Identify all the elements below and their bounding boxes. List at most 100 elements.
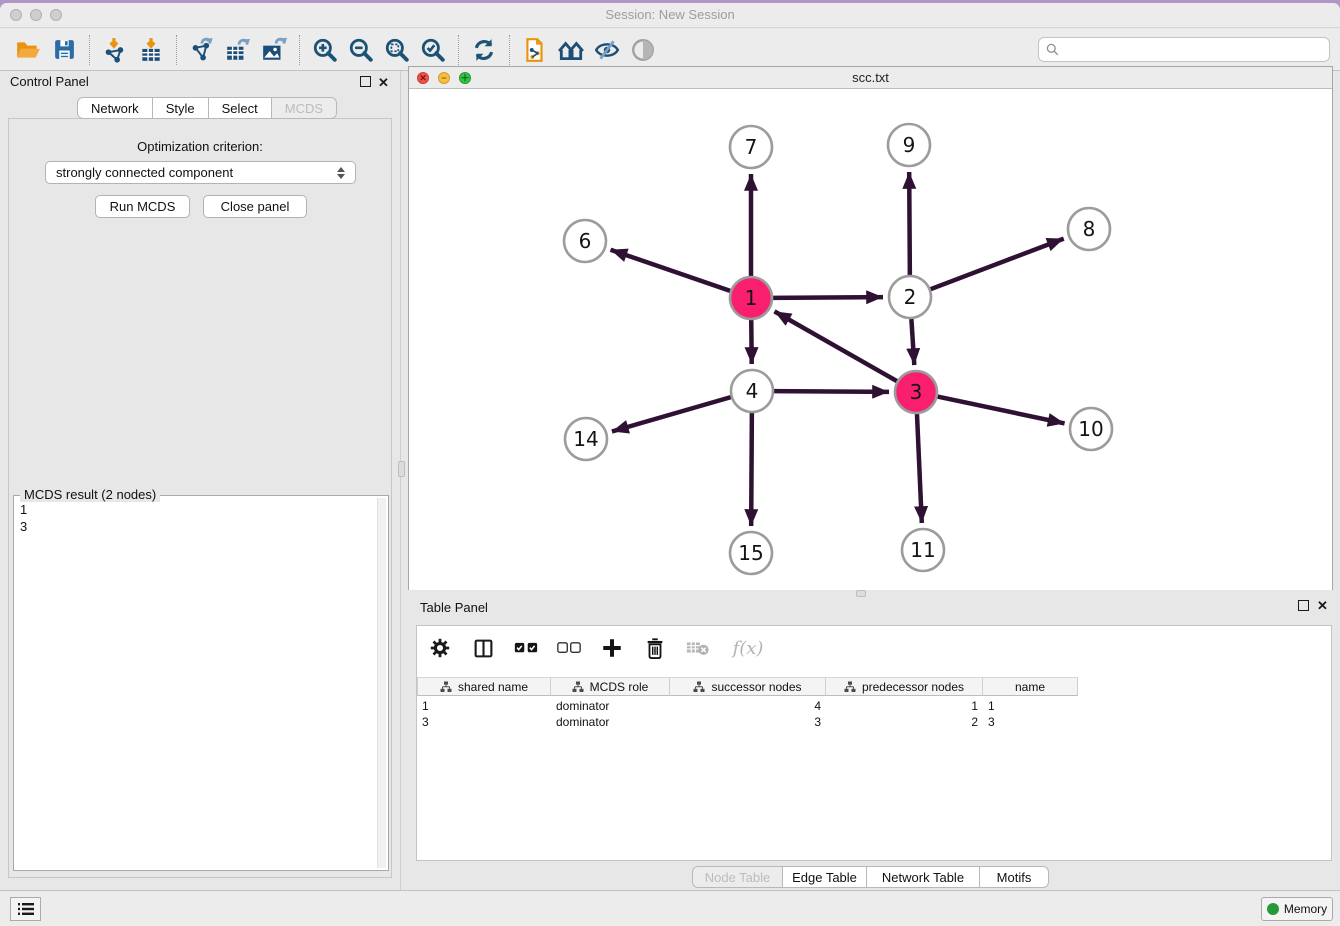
edge-1-6[interactable] bbox=[611, 250, 731, 291]
network-window-titlebar[interactable]: ✕ − ＋ scc.txt bbox=[409, 67, 1332, 89]
table-toolbar: f(x) bbox=[417, 626, 1331, 670]
memory-button[interactable]: Memory bbox=[1261, 897, 1333, 921]
mcds-panel: Optimization criterion: strongly connect… bbox=[8, 118, 392, 878]
zoom-fit-icon bbox=[384, 37, 410, 63]
import-network-icon bbox=[102, 37, 128, 63]
toolbar-separator bbox=[509, 35, 510, 65]
refresh-icon bbox=[471, 37, 497, 63]
network-window-title: scc.txt bbox=[409, 70, 1332, 85]
home-icon bbox=[557, 37, 585, 63]
graph-node-label: 2 bbox=[904, 285, 917, 309]
edge-3-11[interactable] bbox=[917, 414, 922, 523]
optimization-criterion-label: Optimization criterion: bbox=[9, 139, 391, 154]
zoom-selected-button[interactable] bbox=[415, 33, 451, 67]
save-icon bbox=[52, 37, 77, 62]
home-button[interactable] bbox=[553, 33, 589, 67]
export-image-button[interactable] bbox=[256, 33, 292, 67]
edge-3-10[interactable] bbox=[938, 397, 1065, 424]
delete-column-button[interactable] bbox=[642, 635, 668, 661]
zoom-fit-button[interactable] bbox=[379, 33, 415, 67]
float-panel-icon[interactable] bbox=[360, 75, 371, 90]
table-settings-button[interactable] bbox=[427, 635, 453, 661]
import-network-button[interactable] bbox=[97, 33, 133, 67]
create-column-button[interactable] bbox=[599, 635, 625, 661]
search-field[interactable] bbox=[1038, 37, 1330, 62]
save-session-button[interactable] bbox=[46, 33, 82, 67]
tab-edge-table[interactable]: Edge Table bbox=[783, 866, 867, 888]
deselect-all-columns-button[interactable] bbox=[556, 635, 582, 661]
column-header-shared-name[interactable]: shared name bbox=[417, 677, 551, 696]
table-row[interactable]: 1 dominator 4 1 1 bbox=[417, 698, 1078, 714]
tab-motifs[interactable]: Motifs bbox=[980, 866, 1049, 888]
toolbar-separator bbox=[89, 35, 90, 65]
tab-select[interactable]: Select bbox=[209, 97, 272, 119]
tab-network-table[interactable]: Network Table bbox=[867, 866, 980, 888]
refresh-button[interactable] bbox=[466, 33, 502, 67]
graph-node-label: 11 bbox=[910, 538, 935, 562]
task-history-button[interactable] bbox=[10, 897, 41, 921]
network-view-window: ✕ − ＋ scc.txt 7968124314101511 bbox=[408, 66, 1333, 590]
export-network-icon bbox=[189, 37, 215, 63]
float-table-panel-icon[interactable] bbox=[1298, 599, 1309, 614]
memory-label: Memory bbox=[1284, 902, 1327, 916]
edge-2-9[interactable] bbox=[909, 172, 910, 275]
close-table-panel-icon[interactable]: ✕ bbox=[1317, 598, 1328, 614]
table-splitter-grip[interactable] bbox=[856, 590, 866, 597]
attribute-icon bbox=[693, 681, 705, 693]
show-hidden-button[interactable] bbox=[625, 33, 661, 67]
tab-network[interactable]: Network bbox=[77, 97, 153, 119]
hide-selected-button[interactable] bbox=[589, 33, 625, 67]
export-network-button[interactable] bbox=[184, 33, 220, 67]
clone-network-button[interactable] bbox=[517, 33, 553, 67]
export-table-icon bbox=[225, 37, 251, 63]
delete-table-button[interactable] bbox=[685, 635, 711, 661]
edge-4-14[interactable] bbox=[612, 397, 731, 431]
edge-1-2[interactable] bbox=[773, 297, 883, 298]
open-session-button[interactable] bbox=[10, 33, 46, 67]
graph-node-label: 1 bbox=[745, 286, 758, 310]
column-header-successor-nodes[interactable]: successor nodes bbox=[670, 677, 826, 696]
select-all-columns-button[interactable] bbox=[513, 635, 539, 661]
tab-style[interactable]: Style bbox=[153, 97, 209, 119]
import-table-button[interactable] bbox=[133, 33, 169, 67]
main-toolbar bbox=[0, 29, 1340, 71]
column-header-name[interactable]: name bbox=[983, 677, 1078, 696]
toolbar-separator bbox=[299, 35, 300, 65]
panel-splitter-grip[interactable] bbox=[398, 461, 405, 477]
network-canvas[interactable]: 7968124314101511 bbox=[409, 89, 1332, 590]
column-header-mcds-role[interactable]: MCDS role bbox=[551, 677, 670, 696]
zoom-in-button[interactable] bbox=[307, 33, 343, 67]
network-graph[interactable]: 7968124314101511 bbox=[409, 89, 1332, 590]
run-mcds-button[interactable]: Run MCDS bbox=[95, 195, 190, 218]
search-input[interactable] bbox=[1064, 43, 1322, 57]
delete-table-icon bbox=[686, 639, 710, 657]
close-panel-icon[interactable]: ✕ bbox=[378, 75, 389, 91]
panel-splitter[interactable] bbox=[400, 71, 401, 890]
node-table: f(x) shared name MCDS role successor nod… bbox=[416, 625, 1332, 861]
edge-2-8[interactable] bbox=[931, 239, 1064, 290]
fx-icon: f(x) bbox=[733, 638, 764, 659]
eye-slash-icon bbox=[594, 37, 620, 63]
plus-icon bbox=[601, 637, 623, 659]
zoom-out-button[interactable] bbox=[343, 33, 379, 67]
toolbar-separator bbox=[458, 35, 459, 65]
table-header-row: shared name MCDS role successor nodes pr… bbox=[417, 677, 1078, 696]
export-table-button[interactable] bbox=[220, 33, 256, 67]
graph-node-label: 3 bbox=[910, 380, 923, 404]
table-row[interactable]: 3 dominator 3 2 3 bbox=[417, 714, 1078, 730]
status-bar: Memory bbox=[0, 890, 1340, 926]
close-panel-button[interactable]: Close panel bbox=[203, 195, 307, 218]
attribute-icon bbox=[844, 681, 856, 693]
criterion-dropdown[interactable]: strongly connected component bbox=[45, 161, 356, 184]
edge-2-3[interactable] bbox=[911, 319, 914, 365]
column-header-predecessor-nodes[interactable]: predecessor nodes bbox=[826, 677, 983, 696]
show-columns-button[interactable] bbox=[470, 635, 496, 661]
mcds-result-text[interactable]: 1 3 bbox=[16, 498, 376, 868]
tab-mcds[interactable]: MCDS bbox=[272, 97, 337, 119]
edge-3-1[interactable] bbox=[774, 311, 896, 381]
result-scrollbar[interactable] bbox=[377, 498, 386, 868]
tab-node-table[interactable]: Node Table bbox=[692, 866, 783, 888]
edge-4-15[interactable] bbox=[751, 413, 752, 526]
function-builder-button[interactable]: f(x) bbox=[728, 635, 768, 661]
edge-4-3[interactable] bbox=[774, 391, 889, 392]
